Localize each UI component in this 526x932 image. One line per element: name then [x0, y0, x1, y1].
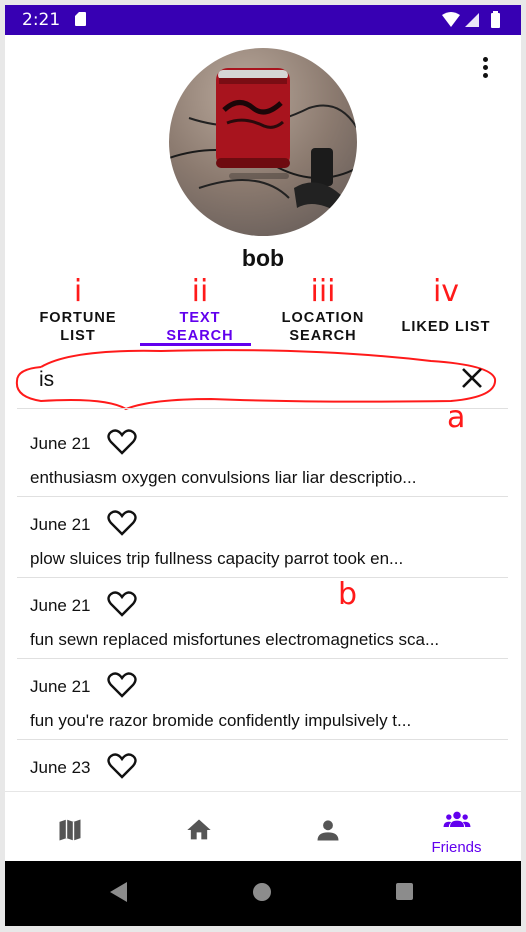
tab-label: LOCATION SEARCH — [281, 310, 365, 344]
home-icon — [186, 819, 211, 840]
tab-fortune-list[interactable]: i FORTUNE LIST — [18, 277, 138, 347]
back-icon — [110, 882, 127, 902]
tab-annotation-iii: iii — [310, 274, 336, 309]
nav-friends[interactable]: Friends — [392, 792, 521, 862]
heart-icon[interactable] — [107, 752, 137, 780]
tab-label: TEXT SEARCH — [166, 310, 234, 344]
annotation-b: b — [338, 577, 358, 612]
list-item[interactable]: June 21 fun you're razor bromide confide… — [17, 659, 508, 739]
system-navigation-bar — [5, 861, 521, 926]
status-bar: 2:21 — [5, 5, 521, 35]
battery-icon — [491, 13, 500, 28]
nav-map[interactable] — [5, 792, 134, 862]
person-icon — [317, 820, 338, 841]
tab-label: FORTUNE LIST — [39, 310, 117, 344]
tab-annotation-ii: ii — [191, 274, 209, 309]
fortune-text: fun you're razor bromide confidently imp… — [30, 711, 412, 730]
nav-home[interactable] — [134, 792, 263, 862]
tab-liked-list[interactable]: iv LIKED LIST — [385, 277, 507, 347]
avatar — [169, 48, 357, 236]
search-input[interactable] — [37, 367, 441, 393]
list-item[interactable]: June 21 plow sluices trip fullness capac… — [17, 497, 508, 577]
app-screen: 2:21 bob i FORTUNE LIST ii TEXT SEARCH i… — [5, 5, 521, 926]
tab-label: LIKED LIST — [401, 319, 491, 335]
heart-icon[interactable] — [107, 671, 137, 699]
tab-text-search[interactable]: ii TEXT SEARCH — [140, 277, 260, 347]
fortune-date: June 21 — [30, 434, 91, 453]
wifi-icon — [442, 12, 460, 27]
close-icon[interactable] — [459, 365, 485, 391]
fortune-date: June 23 — [30, 758, 91, 777]
tab-location-search[interactable]: iii LOCATION SEARCH — [263, 277, 383, 347]
heart-icon[interactable] — [107, 428, 137, 456]
recents-icon — [396, 883, 413, 900]
system-status-icons — [441, 11, 511, 34]
overflow-menu-icon[interactable] — [477, 55, 493, 85]
divider — [17, 408, 508, 409]
fortune-text: plow sluices trip fullness capacity parr… — [30, 549, 404, 568]
sd-card-icon — [75, 12, 86, 26]
map-icon — [59, 819, 80, 841]
list-item[interactable]: June 21 enthusiasm oxygen convulsions li… — [17, 416, 508, 496]
home-button-icon — [253, 883, 271, 901]
fortune-date: June 21 — [30, 515, 91, 534]
status-time: 2:21 — [22, 10, 61, 30]
fortune-text: enthusiasm oxygen convulsions liar liar … — [30, 468, 417, 487]
fortune-text: fun sewn replaced misfortunes electromag… — [30, 630, 440, 649]
heart-icon[interactable] — [107, 590, 137, 618]
profile-username: bob — [241, 245, 285, 271]
heart-icon[interactable] — [107, 509, 137, 537]
signal-icon — [465, 13, 479, 27]
bottom-navigation: Friends — [5, 791, 521, 862]
fortune-date: June 21 — [30, 596, 91, 615]
tab-annotation-i: i — [73, 274, 83, 309]
nav-friends-label: Friends — [431, 839, 482, 856]
tab-annotation-iv: iv — [432, 274, 460, 309]
nav-profile[interactable] — [263, 792, 392, 862]
group-icon — [443, 811, 470, 827]
list-item[interactable]: June 21 fun sewn replaced misfortunes el… — [17, 578, 508, 658]
fortune-date: June 21 — [30, 677, 91, 696]
